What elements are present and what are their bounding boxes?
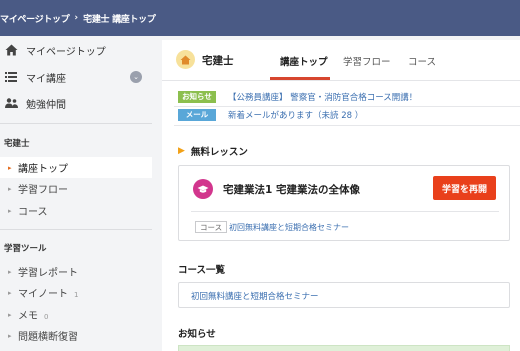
top-bar: マイページトップ › 宅建士 講座トップ [0, 0, 520, 36]
sidebar-section-title: 学習ツール [4, 244, 47, 254]
free-lesson-card: 宅建業法1 宅建業法の全体像 学習を再開 コース 初回無料講座と短期合格セミナー [178, 165, 510, 241]
notice-row[interactable]: お知らせ 【公務員講座】 警察官・消防官合格コース開講！ [178, 90, 417, 103]
news-heading: お知らせ [178, 329, 216, 340]
chevron-right-icon: ▸ [8, 310, 12, 319]
sidebar-section-title: 宅建士 [4, 139, 30, 149]
tab-study-flow[interactable]: 学習フロー [343, 54, 391, 68]
course-title: 宅建士 [202, 55, 234, 67]
sidebar-item-label: マイ講座 [26, 73, 66, 85]
sidebar-item-label: メモ 0 [18, 311, 49, 322]
sidebar-item-study-buddies[interactable]: 勉強仲間 [0, 91, 152, 115]
mail-row[interactable]: メール 新着メールがあります（未読 28 ） [178, 108, 363, 121]
sidebar-item-course[interactable]: ▸ コース [0, 200, 152, 221]
resume-study-button[interactable]: 学習を再開 [433, 176, 496, 200]
free-lesson-heading: ▶ 無料レッスン [178, 144, 248, 158]
sidebar-item-label: 学習レポート [18, 268, 78, 279]
users-icon [4, 96, 18, 110]
lesson-divider [191, 211, 499, 212]
news-item[interactable] [178, 345, 510, 351]
sidebar-item-mypage[interactable]: マイページトップ [0, 38, 152, 62]
house-icon [176, 50, 195, 69]
course-list-heading: コース一覧 [178, 265, 226, 276]
count-badge: 0 [44, 313, 49, 321]
chevron-right-icon: ▸ [8, 184, 12, 193]
tab-course[interactable]: コース [408, 54, 436, 68]
sidebar-item-label: マイノート 1 [18, 289, 79, 300]
sidebar-item-course-top[interactable]: ▸ 講座トップ [0, 157, 152, 178]
tab-divider [162, 80, 520, 81]
sidebar-item-memo[interactable]: ▸ メモ 0 [0, 304, 152, 325]
free-lesson-heading-text: 無料レッスン [190, 147, 248, 158]
mail-link[interactable]: 新着メールがあります（未読 28 ） [228, 109, 363, 121]
mail-badge: メール [178, 108, 216, 121]
sidebar-item-label: コース [18, 207, 48, 218]
count-badge: 1 [74, 291, 79, 299]
sidebar-item-my-notes[interactable]: ▸ マイノート 1 [0, 282, 152, 303]
chevron-right-icon: ▶ [178, 146, 185, 156]
notice-divider [174, 106, 520, 107]
home-icon [4, 43, 18, 57]
chevron-right-icon: ▸ [8, 331, 12, 340]
graduation-cap-icon [193, 179, 213, 199]
sidebar-divider [0, 123, 152, 124]
sidebar: マイページトップ マイ講座 ⌄ 勉強仲間 宅建士 ▸ 講座トップ ▸ 学習フロー… [0, 36, 152, 351]
chevron-right-icon: ▸ [8, 206, 12, 215]
chevron-down-icon[interactable]: ⌄ [130, 71, 142, 83]
sidebar-item-label: 問題横断復習 [18, 332, 78, 343]
sidebar-divider [0, 229, 152, 230]
notice-badge: お知らせ [178, 90, 216, 103]
main-content: 宅建士 講座トップ 学習フロー コース お知らせ 【公務員講座】 警察官・消防官… [162, 40, 520, 351]
breadcrumb-home[interactable]: マイページトップ [0, 12, 70, 25]
sidebar-item-study-report[interactable]: ▸ 学習レポート [0, 261, 152, 282]
course-list-item[interactable]: 初回無料講座と短期合格セミナー [178, 282, 510, 308]
sidebar-item-study-flow[interactable]: ▸ 学習フロー [0, 178, 152, 199]
notice-link[interactable]: 【公務員講座】 警察官・消防官合格コース開講！ [228, 91, 417, 103]
sidebar-item-cross-review[interactable]: ▸ 問題横断復習 [0, 325, 152, 346]
notice-divider [174, 125, 520, 126]
sidebar-item-my-courses[interactable]: マイ講座 ⌄ [0, 65, 152, 89]
sidebar-item-label: 勉強仲間 [26, 99, 66, 111]
course-tag: コース [195, 221, 228, 233]
breadcrumb-current: 宅建士 講座トップ [83, 14, 156, 25]
sidebar-item-label: 学習フロー [18, 185, 68, 196]
tab-course-top[interactable]: 講座トップ [280, 54, 328, 68]
breadcrumb-separator-icon: › [74, 13, 79, 23]
sidebar-item-label: 講座トップ [18, 164, 68, 175]
lesson-course-link[interactable]: 初回無料講座と短期合格セミナー [229, 222, 349, 233]
lesson-title[interactable]: 宅建業法1 宅建業法の全体像 [223, 182, 360, 197]
chevron-right-icon: ▸ [8, 267, 12, 276]
chevron-right-icon: ▸ [8, 163, 12, 172]
chevron-right-icon: ▸ [8, 288, 12, 297]
course-list-link[interactable]: 初回無料講座と短期合格セミナー [191, 290, 319, 302]
sidebar-item-label: マイページトップ [26, 46, 106, 58]
list-icon [4, 70, 18, 84]
